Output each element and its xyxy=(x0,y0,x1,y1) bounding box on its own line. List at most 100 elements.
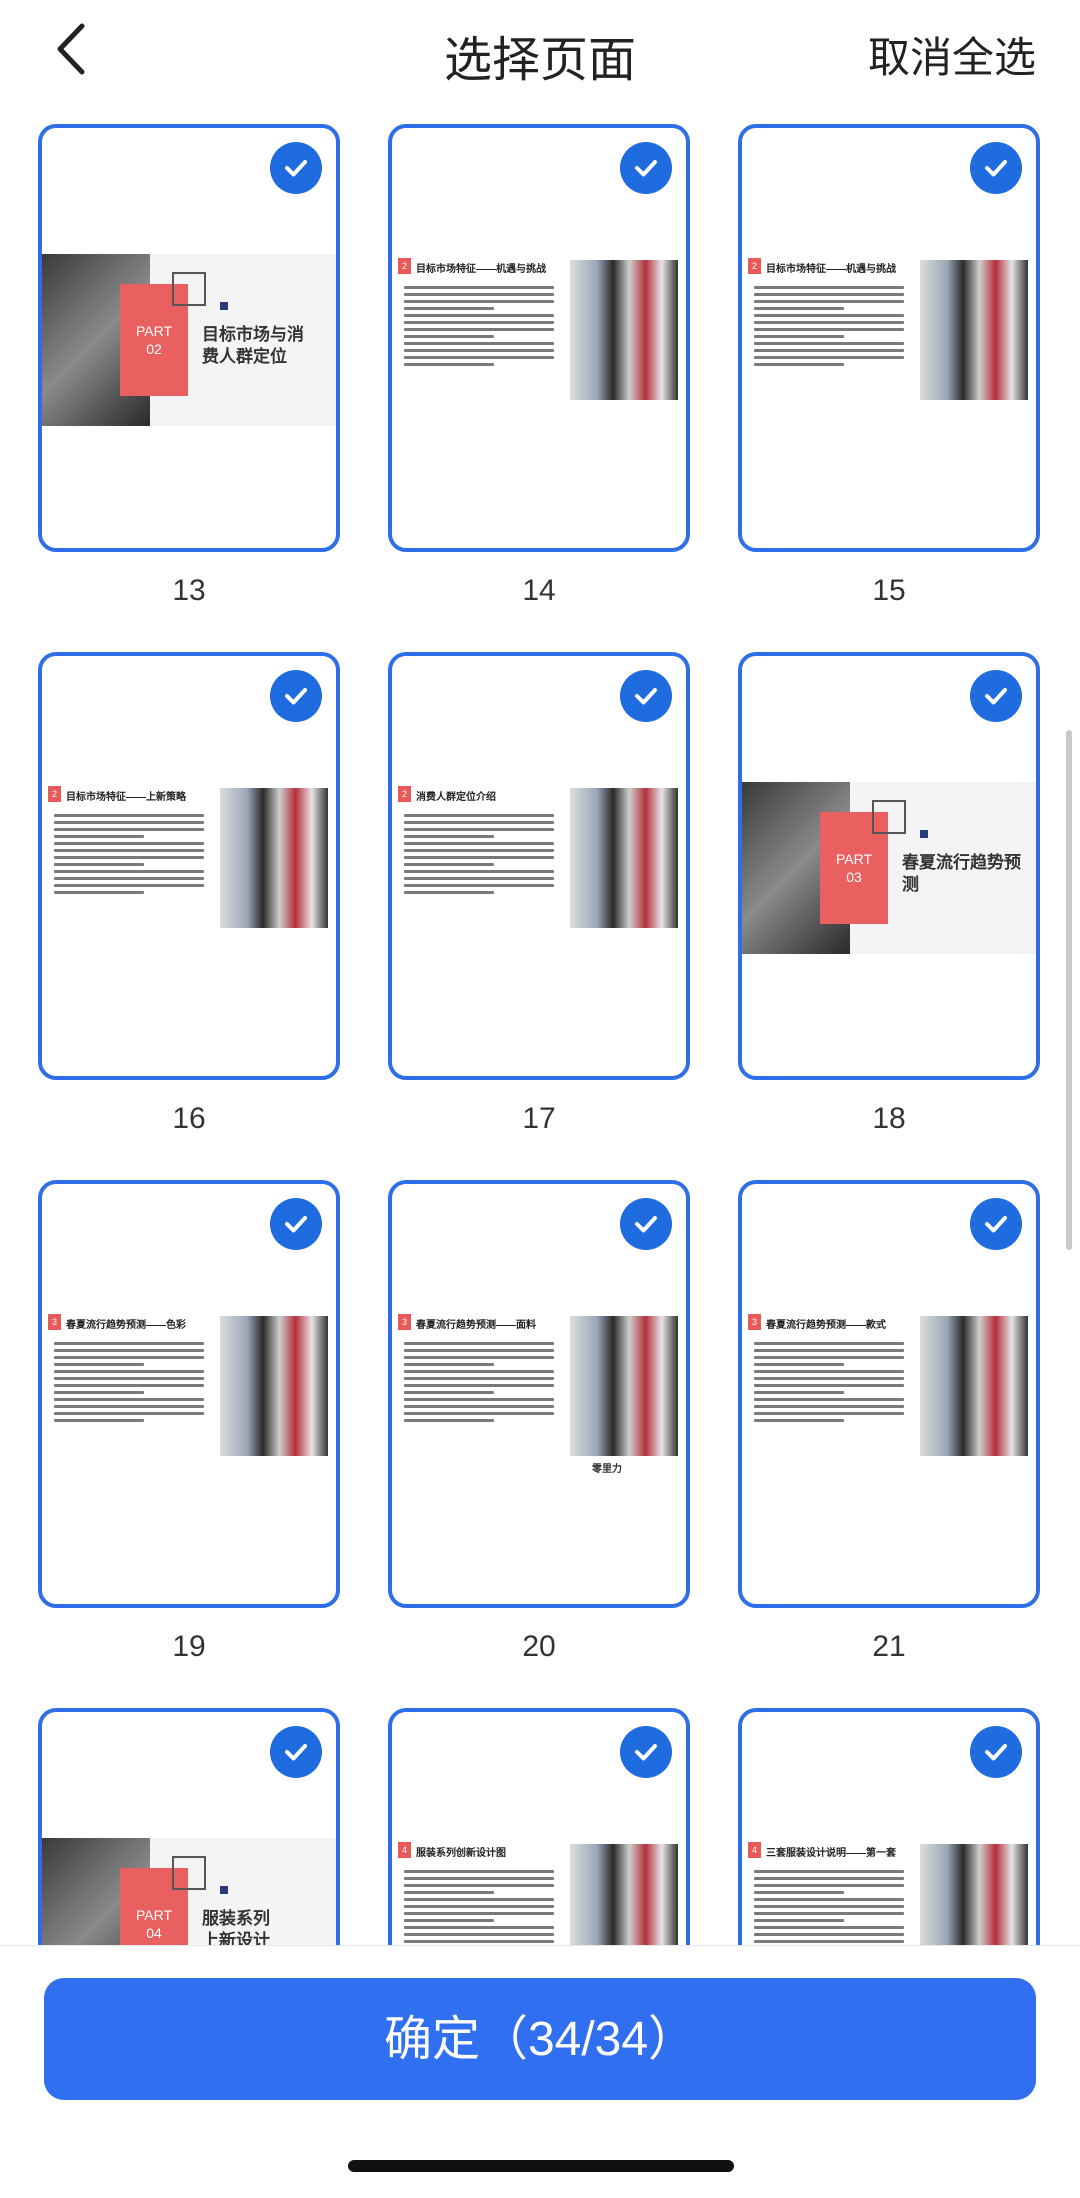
checkmark-icon xyxy=(985,1216,1007,1233)
text-line xyxy=(404,1877,554,1880)
page-thumbnail-card[interactable]: PART 02 目标市场与消 费人群定位 xyxy=(38,124,340,552)
text-line xyxy=(754,314,904,317)
text-line xyxy=(404,300,554,303)
accent-square xyxy=(220,1886,228,1894)
text-line xyxy=(54,1356,204,1359)
page-number: 18 xyxy=(872,1102,906,1135)
text-line xyxy=(754,335,844,338)
text-line xyxy=(54,1412,204,1415)
confirm-button[interactable]: 确定（34/34） xyxy=(44,1978,1036,2100)
text-line xyxy=(404,1370,554,1373)
selected-check-badge[interactable] xyxy=(270,1198,322,1250)
text-line xyxy=(404,293,554,296)
text-line xyxy=(754,1940,904,1943)
text-line xyxy=(754,321,904,324)
slide-title: 春夏流行趋势预测——面料 xyxy=(416,1320,536,1331)
text-line xyxy=(404,1384,554,1387)
text-line xyxy=(404,1405,554,1408)
slide-title: 春夏流行趋势预测——色彩 xyxy=(66,1320,186,1331)
text-line xyxy=(404,835,494,838)
checkmark-icon xyxy=(635,1744,657,1761)
text-line xyxy=(754,1398,904,1401)
selected-check-badge[interactable] xyxy=(270,670,322,722)
text-line xyxy=(404,328,554,331)
text-line xyxy=(754,342,904,345)
text-line xyxy=(404,363,494,366)
checkmark-icon xyxy=(635,1216,657,1233)
selected-check-badge[interactable] xyxy=(970,1726,1022,1778)
selected-check-badge[interactable] xyxy=(620,142,672,194)
page-thumbnail-card[interactable]: 2 消费人群定位介绍 xyxy=(388,652,690,1080)
text-line xyxy=(54,842,204,845)
section-number-badge: 2 xyxy=(48,786,61,802)
text-line xyxy=(754,1912,904,1915)
footer: 确定（34/34） xyxy=(0,1945,1080,2198)
page-number: 21 xyxy=(872,1630,906,1663)
text-line xyxy=(754,1342,904,1345)
text-line xyxy=(754,328,904,331)
text-line xyxy=(754,1384,904,1387)
checkmark-icon xyxy=(285,1744,307,1761)
checkmark-icon xyxy=(985,688,1007,705)
content-slide: 2 目标市场特征——机遇与挑战 xyxy=(392,254,686,424)
text-line xyxy=(404,1391,494,1394)
text-line xyxy=(54,856,204,859)
selected-check-badge[interactable] xyxy=(270,142,322,194)
page-thumbnail-card[interactable]: PART 03 春夏流行趋势预测 xyxy=(738,652,1040,1080)
text-line xyxy=(404,356,554,359)
page-thumbnail-card[interactable]: 4 服装系列创新设计图 xyxy=(388,1708,690,1945)
text-line xyxy=(754,1377,904,1380)
content-slide: 3 春夏流行趋势预测——色彩 xyxy=(42,1310,336,1480)
text-line xyxy=(754,1933,904,1936)
content-slide: 2 目标市场特征——机遇与挑战 xyxy=(742,254,1036,424)
outline-square xyxy=(872,800,906,834)
section-number-badge: 3 xyxy=(398,1314,411,1330)
slide-title: 消费人群定位介绍 xyxy=(416,792,496,803)
text-line xyxy=(754,1391,844,1394)
selected-check-badge[interactable] xyxy=(620,1198,672,1250)
slide-title: 目标市场特征——机遇与挑战 xyxy=(416,264,546,275)
text-line xyxy=(404,828,554,831)
section-number-badge: 4 xyxy=(748,1842,761,1858)
page-thumbnail-card[interactable]: 3 春夏流行趋势预测——款式 xyxy=(738,1180,1040,1608)
text-line xyxy=(404,314,554,317)
page-thumbnail-card[interactable]: 2 目标市场特征——机遇与挑战 xyxy=(738,124,1040,552)
page-thumbnail-card[interactable]: 4 三套服装设计说明——第一套 xyxy=(738,1708,1040,1945)
text-line xyxy=(754,1919,844,1922)
selected-check-badge[interactable] xyxy=(620,670,672,722)
checkmark-icon xyxy=(635,160,657,177)
scrollbar[interactable] xyxy=(1066,730,1072,1250)
text-line xyxy=(404,870,554,873)
text-line xyxy=(754,1870,904,1873)
text-line xyxy=(54,1384,204,1387)
page-number: 17 xyxy=(522,1102,556,1135)
text-line xyxy=(404,1363,494,1366)
selected-check-badge[interactable] xyxy=(970,670,1022,722)
text-line xyxy=(754,1898,904,1901)
page-thumbnail-card[interactable]: 2 目标市场特征——上新策略 xyxy=(38,652,340,1080)
slide-text xyxy=(754,282,904,370)
text-line xyxy=(404,1884,554,1887)
deselect-all-button[interactable]: 取消全选 xyxy=(868,24,1036,85)
selected-check-badge[interactable] xyxy=(620,1726,672,1778)
text-line xyxy=(54,877,204,880)
page-thumbnail-card[interactable]: 3 春夏流行趋势预测——色彩 xyxy=(38,1180,340,1608)
page-thumbnail-card[interactable]: 2 目标市场特征——机遇与挑战 xyxy=(388,124,690,552)
page-thumbnail-card[interactable]: 3 春夏流行趋势预测——面料 零里力 xyxy=(388,1180,690,1608)
checkmark-icon xyxy=(985,1744,1007,1761)
text-line xyxy=(404,1342,554,1345)
selected-check-badge[interactable] xyxy=(970,1198,1022,1250)
text-line xyxy=(404,335,494,338)
text-line xyxy=(404,1356,554,1359)
text-line xyxy=(54,1391,144,1394)
selected-check-badge[interactable] xyxy=(970,142,1022,194)
text-line xyxy=(404,877,554,880)
text-line xyxy=(404,1933,554,1936)
selected-check-badge[interactable] xyxy=(270,1726,322,1778)
content-slide: 2 消费人群定位介绍 xyxy=(392,782,686,952)
checkmark-icon xyxy=(285,1216,307,1233)
text-line xyxy=(404,321,554,324)
fashion-photos xyxy=(220,1316,328,1456)
page-thumbnail-card[interactable]: PART 04 服装系列 上新设计 xyxy=(38,1708,340,1945)
text-line xyxy=(754,307,844,310)
